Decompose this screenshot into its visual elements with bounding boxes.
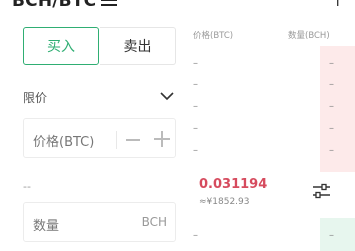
top-header: BCH/BTC ↑ bbox=[0, 0, 355, 11]
ask-price-row[interactable]: – bbox=[193, 124, 198, 134]
ask-qty-row: – bbox=[329, 79, 334, 90]
depth-settings-icon[interactable] bbox=[312, 182, 331, 200]
trading-pair-title[interactable]: BCH/BTC bbox=[12, 0, 96, 11]
ask-price-row[interactable]: – bbox=[193, 102, 198, 112]
bid-depth-bar bbox=[320, 218, 355, 251]
bid-qty-row: – bbox=[329, 230, 334, 241]
quantity-input[interactable]: 数量 BCH bbox=[23, 202, 176, 242]
ask-qty-row: – bbox=[329, 145, 334, 156]
quantity-placeholder: 数量 bbox=[33, 219, 60, 234]
ask-depth-bar bbox=[320, 46, 355, 172]
ask-qty-row: – bbox=[329, 58, 334, 69]
bid-price-row[interactable]: – bbox=[193, 231, 198, 241]
order-type-selector[interactable]: 限价 bbox=[23, 89, 47, 106]
price-input[interactable]: 价格(BTC) bbox=[23, 118, 176, 158]
more-icon[interactable]: ↑ bbox=[331, 0, 344, 10]
buy-tab[interactable]: 买入 bbox=[23, 27, 99, 65]
ask-price-row[interactable]: – bbox=[193, 80, 198, 90]
ask-price-row[interactable]: – bbox=[193, 59, 198, 69]
decrease-price-icon[interactable] bbox=[126, 129, 140, 149]
chevron-down-icon[interactable] bbox=[159, 90, 175, 102]
menu-icon[interactable] bbox=[101, 0, 117, 6]
quantity-unit: BCH bbox=[141, 215, 167, 229]
ask-price-row[interactable]: – bbox=[193, 146, 198, 156]
orderbook-qty-header: 数量(BCH) bbox=[288, 31, 330, 41]
price-placeholder: 价格(BTC) bbox=[33, 135, 95, 150]
price-divider bbox=[116, 131, 117, 149]
last-price-fiat: ≈¥1852.93 bbox=[199, 197, 250, 207]
ask-qty-row: – bbox=[329, 101, 334, 112]
ask-qty-row: – bbox=[329, 123, 334, 134]
available-balance: -- bbox=[23, 180, 31, 193]
orderbook-price-header: 价格(BTC) bbox=[193, 31, 234, 41]
last-price[interactable]: 0.031194 bbox=[199, 177, 267, 192]
sell-tab[interactable]: 卖出 bbox=[100, 27, 176, 65]
increase-price-icon[interactable] bbox=[154, 129, 170, 149]
